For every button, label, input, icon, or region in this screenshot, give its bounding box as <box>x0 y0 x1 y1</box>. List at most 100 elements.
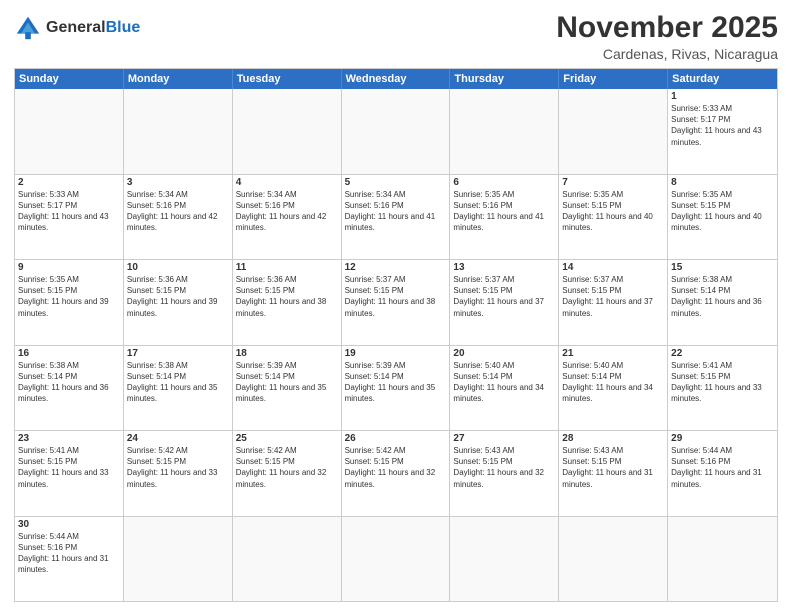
day-number: 30 <box>18 519 120 530</box>
logo-text: GeneralBlue <box>46 19 140 37</box>
day-number: 19 <box>345 348 447 359</box>
day-number: 23 <box>18 433 120 444</box>
day-info: Sunrise: 5:41 AM Sunset: 5:15 PM Dayligh… <box>18 445 120 490</box>
cal-cell: 26Sunrise: 5:42 AM Sunset: 5:15 PM Dayli… <box>342 431 451 516</box>
cal-cell: 24Sunrise: 5:42 AM Sunset: 5:15 PM Dayli… <box>124 431 233 516</box>
cal-cell: 3Sunrise: 5:34 AM Sunset: 5:16 PM Daylig… <box>124 175 233 260</box>
day-number: 29 <box>671 433 774 444</box>
day-number: 28 <box>562 433 664 444</box>
cal-cell <box>668 517 777 602</box>
cal-cell <box>450 517 559 602</box>
cal-cell: 8Sunrise: 5:35 AM Sunset: 5:15 PM Daylig… <box>668 175 777 260</box>
cal-week-5: 23Sunrise: 5:41 AM Sunset: 5:15 PM Dayli… <box>15 431 777 517</box>
cal-header-sunday: Sunday <box>15 69 124 89</box>
cal-header-monday: Monday <box>124 69 233 89</box>
cal-cell: 25Sunrise: 5:42 AM Sunset: 5:15 PM Dayli… <box>233 431 342 516</box>
day-number: 2 <box>18 177 120 188</box>
cal-cell: 18Sunrise: 5:39 AM Sunset: 5:14 PM Dayli… <box>233 346 342 431</box>
day-info: Sunrise: 5:44 AM Sunset: 5:16 PM Dayligh… <box>18 531 120 576</box>
day-info: Sunrise: 5:35 AM Sunset: 5:15 PM Dayligh… <box>18 274 120 319</box>
cal-cell <box>124 517 233 602</box>
day-number: 12 <box>345 262 447 273</box>
cal-cell: 14Sunrise: 5:37 AM Sunset: 5:15 PM Dayli… <box>559 260 668 345</box>
cal-cell: 17Sunrise: 5:38 AM Sunset: 5:14 PM Dayli… <box>124 346 233 431</box>
day-number: 10 <box>127 262 229 273</box>
logo: GeneralBlue <box>14 14 140 42</box>
cal-header-wednesday: Wednesday <box>342 69 451 89</box>
day-number: 7 <box>562 177 664 188</box>
cal-cell: 30Sunrise: 5:44 AM Sunset: 5:16 PM Dayli… <box>15 517 124 602</box>
day-info: Sunrise: 5:38 AM Sunset: 5:14 PM Dayligh… <box>671 274 774 319</box>
cal-cell <box>450 89 559 174</box>
day-info: Sunrise: 5:42 AM Sunset: 5:15 PM Dayligh… <box>127 445 229 490</box>
day-info: Sunrise: 5:43 AM Sunset: 5:15 PM Dayligh… <box>562 445 664 490</box>
day-info: Sunrise: 5:34 AM Sunset: 5:16 PM Dayligh… <box>236 189 338 234</box>
title-block: November 2025 Cardenas, Rivas, Nicaragua <box>556 10 778 62</box>
day-info: Sunrise: 5:40 AM Sunset: 5:14 PM Dayligh… <box>562 360 664 405</box>
cal-header-saturday: Saturday <box>668 69 777 89</box>
day-info: Sunrise: 5:35 AM Sunset: 5:15 PM Dayligh… <box>671 189 774 234</box>
day-info: Sunrise: 5:35 AM Sunset: 5:15 PM Dayligh… <box>562 189 664 234</box>
day-number: 4 <box>236 177 338 188</box>
cal-cell: 27Sunrise: 5:43 AM Sunset: 5:15 PM Dayli… <box>450 431 559 516</box>
day-number: 13 <box>453 262 555 273</box>
cal-cell: 5Sunrise: 5:34 AM Sunset: 5:16 PM Daylig… <box>342 175 451 260</box>
day-number: 6 <box>453 177 555 188</box>
logo-icon <box>14 14 42 42</box>
day-info: Sunrise: 5:35 AM Sunset: 5:16 PM Dayligh… <box>453 189 555 234</box>
cal-cell <box>233 517 342 602</box>
day-number: 24 <box>127 433 229 444</box>
day-number: 11 <box>236 262 338 273</box>
day-number: 1 <box>671 91 774 102</box>
cal-cell <box>342 517 451 602</box>
day-info: Sunrise: 5:37 AM Sunset: 5:15 PM Dayligh… <box>345 274 447 319</box>
day-info: Sunrise: 5:44 AM Sunset: 5:16 PM Dayligh… <box>671 445 774 490</box>
day-info: Sunrise: 5:34 AM Sunset: 5:16 PM Dayligh… <box>127 189 229 234</box>
day-info: Sunrise: 5:39 AM Sunset: 5:14 PM Dayligh… <box>236 360 338 405</box>
day-number: 18 <box>236 348 338 359</box>
cal-cell: 9Sunrise: 5:35 AM Sunset: 5:15 PM Daylig… <box>15 260 124 345</box>
cal-cell: 4Sunrise: 5:34 AM Sunset: 5:16 PM Daylig… <box>233 175 342 260</box>
cal-cell <box>559 89 668 174</box>
day-number: 3 <box>127 177 229 188</box>
cal-week-4: 16Sunrise: 5:38 AM Sunset: 5:14 PM Dayli… <box>15 346 777 432</box>
day-number: 5 <box>345 177 447 188</box>
cal-cell <box>124 89 233 174</box>
day-info: Sunrise: 5:38 AM Sunset: 5:14 PM Dayligh… <box>18 360 120 405</box>
cal-week-1: 1Sunrise: 5:33 AM Sunset: 5:17 PM Daylig… <box>15 89 777 175</box>
cal-cell: 28Sunrise: 5:43 AM Sunset: 5:15 PM Dayli… <box>559 431 668 516</box>
cal-cell: 11Sunrise: 5:36 AM Sunset: 5:15 PM Dayli… <box>233 260 342 345</box>
cal-week-3: 9Sunrise: 5:35 AM Sunset: 5:15 PM Daylig… <box>15 260 777 346</box>
sub-title: Cardenas, Rivas, Nicaragua <box>556 46 778 62</box>
cal-cell <box>233 89 342 174</box>
day-number: 9 <box>18 262 120 273</box>
day-number: 26 <box>345 433 447 444</box>
day-info: Sunrise: 5:34 AM Sunset: 5:16 PM Dayligh… <box>345 189 447 234</box>
cal-cell: 22Sunrise: 5:41 AM Sunset: 5:15 PM Dayli… <box>668 346 777 431</box>
calendar: SundayMondayTuesdayWednesdayThursdayFrid… <box>14 68 778 602</box>
day-info: Sunrise: 5:36 AM Sunset: 5:15 PM Dayligh… <box>236 274 338 319</box>
cal-week-2: 2Sunrise: 5:33 AM Sunset: 5:17 PM Daylig… <box>15 175 777 261</box>
cal-cell <box>342 89 451 174</box>
day-number: 27 <box>453 433 555 444</box>
cal-header-friday: Friday <box>559 69 668 89</box>
cal-cell: 19Sunrise: 5:39 AM Sunset: 5:14 PM Dayli… <box>342 346 451 431</box>
day-number: 8 <box>671 177 774 188</box>
day-info: Sunrise: 5:39 AM Sunset: 5:14 PM Dayligh… <box>345 360 447 405</box>
cal-cell <box>15 89 124 174</box>
day-number: 17 <box>127 348 229 359</box>
cal-cell: 13Sunrise: 5:37 AM Sunset: 5:15 PM Dayli… <box>450 260 559 345</box>
cal-cell <box>559 517 668 602</box>
cal-week-6: 30Sunrise: 5:44 AM Sunset: 5:16 PM Dayli… <box>15 517 777 602</box>
day-info: Sunrise: 5:40 AM Sunset: 5:14 PM Dayligh… <box>453 360 555 405</box>
cal-cell: 16Sunrise: 5:38 AM Sunset: 5:14 PM Dayli… <box>15 346 124 431</box>
day-info: Sunrise: 5:43 AM Sunset: 5:15 PM Dayligh… <box>453 445 555 490</box>
day-number: 21 <box>562 348 664 359</box>
day-number: 15 <box>671 262 774 273</box>
cal-cell: 10Sunrise: 5:36 AM Sunset: 5:15 PM Dayli… <box>124 260 233 345</box>
day-number: 16 <box>18 348 120 359</box>
cal-cell: 12Sunrise: 5:37 AM Sunset: 5:15 PM Dayli… <box>342 260 451 345</box>
cal-cell: 20Sunrise: 5:40 AM Sunset: 5:14 PM Dayli… <box>450 346 559 431</box>
day-info: Sunrise: 5:33 AM Sunset: 5:17 PM Dayligh… <box>671 103 774 148</box>
day-info: Sunrise: 5:42 AM Sunset: 5:15 PM Dayligh… <box>236 445 338 490</box>
